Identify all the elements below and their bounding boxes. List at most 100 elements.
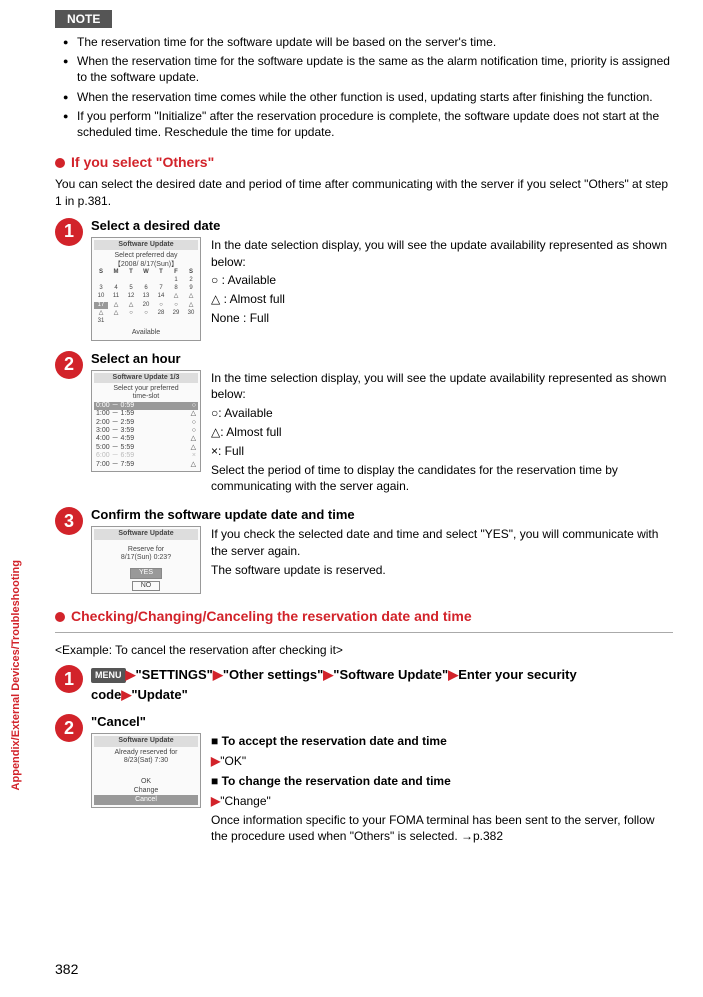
screen-line: 【2008/ 8/17(Sun)】 bbox=[94, 261, 198, 269]
cal-cell: 1 bbox=[169, 277, 183, 284]
desc-text: The software update is reserved. bbox=[211, 562, 673, 579]
cal-cell: ○ bbox=[154, 302, 168, 309]
nav-arrow-icon: ▶ bbox=[323, 667, 333, 682]
example-text: <Example: To cancel the reservation afte… bbox=[55, 643, 673, 657]
step-description: In the time selection display, you will … bbox=[211, 370, 673, 498]
cal-cell: ○ bbox=[169, 302, 183, 309]
step-title: Confirm the software update date and tim… bbox=[91, 507, 673, 522]
cal-cell: 7 bbox=[154, 285, 168, 292]
cal-cell: 11 bbox=[109, 293, 123, 300]
time-row: 4:00 － 4:59 △ bbox=[94, 435, 198, 443]
screen-line: time-slot bbox=[94, 393, 198, 401]
cal-cell: 5 bbox=[124, 285, 138, 292]
note-item: If you perform "Initialize" after the re… bbox=[63, 108, 673, 140]
nav-part: "Other settings" bbox=[223, 667, 323, 682]
time-range: 2:00 － 2:59 bbox=[96, 419, 134, 427]
confirm-screen: Software Update Reserve for 8/17(Sun) 0:… bbox=[91, 526, 201, 594]
screen-line: Already reserved for bbox=[94, 749, 198, 757]
cal-day: S bbox=[94, 269, 108, 276]
cal-day: T bbox=[154, 269, 168, 276]
step-title: "Cancel" bbox=[91, 714, 673, 729]
cal-cell: ○ bbox=[139, 310, 153, 317]
screen-line: Reserve for bbox=[94, 546, 198, 554]
yes-button: YES bbox=[130, 568, 162, 578]
intro-text: You can select the desired date and peri… bbox=[55, 176, 673, 210]
section-heading-text: If you select "Others" bbox=[71, 154, 214, 170]
nav-path: MENU▶"SETTINGS"▶"Other settings"▶"Softwa… bbox=[91, 665, 673, 704]
time-row: 1:00 － 1:59△ bbox=[94, 410, 198, 418]
screen-header: Software Update bbox=[94, 529, 198, 539]
time-row-disabled: 6:00 － 6:59× bbox=[94, 452, 198, 460]
legend-full: None : Full bbox=[211, 310, 673, 327]
desc-text: If you check the selected date and time … bbox=[211, 526, 673, 560]
section-rule bbox=[55, 632, 673, 633]
section-heading-others: If you select "Others" bbox=[55, 154, 673, 170]
opt-change: Change bbox=[94, 786, 198, 795]
cal-cell: 14 bbox=[154, 293, 168, 300]
cal-cell: 3 bbox=[94, 285, 108, 292]
step-number-icon: 2 bbox=[55, 351, 83, 379]
calendar-grid: S M T W T F S 12 3456789 1011121314△△ 17… bbox=[94, 269, 198, 325]
cal-cell: △ bbox=[94, 310, 108, 317]
cal-cell: ○ bbox=[124, 310, 138, 317]
note-item: When the reservation time for the softwa… bbox=[63, 53, 673, 85]
date-select-screen: Software Update Select preferred day 【20… bbox=[91, 237, 201, 341]
opt-ok: OK bbox=[94, 777, 198, 786]
step-2: 2 Select an hour Software Update 1/3 Sel… bbox=[55, 351, 673, 498]
nav-arrow-icon: ▶ bbox=[126, 667, 136, 682]
nav-part: "Update" bbox=[131, 687, 187, 702]
cal-cell: 4 bbox=[109, 285, 123, 292]
legend-available: ○: Available bbox=[211, 405, 673, 422]
cal-cell: 6 bbox=[139, 285, 153, 292]
hour-select-screen: Software Update 1/3 Select your preferre… bbox=[91, 370, 201, 472]
time-status: × bbox=[192, 452, 196, 460]
screen-footer: Available bbox=[94, 329, 198, 337]
time-status: ○ bbox=[192, 427, 196, 435]
time-status: ○ bbox=[192, 419, 196, 427]
nav-part: "Software Update" bbox=[333, 667, 448, 682]
menu-badge: MENU bbox=[91, 668, 126, 684]
nav-step-1: 1 MENU▶"SETTINGS"▶"Other settings"▶"Soft… bbox=[55, 665, 673, 704]
desc-extra: Select the period of time to display the… bbox=[211, 462, 673, 496]
cal-day: W bbox=[139, 269, 153, 276]
nav-part: "SETTINGS" bbox=[136, 667, 213, 682]
accept-action: "OK" bbox=[220, 754, 246, 768]
step-number-icon: 1 bbox=[55, 218, 83, 246]
nav-arrow-icon: ▶ bbox=[448, 667, 458, 682]
legend-available: ○ : Available bbox=[211, 272, 673, 289]
change-heading-text: ■ To change the reservation date and tim… bbox=[211, 774, 451, 788]
screen-line: 8/23(Sat) 7:30 bbox=[94, 757, 198, 765]
cal-cell-selected: 17 bbox=[94, 302, 108, 309]
section-heading-check: Checking/Changing/Canceling the reservat… bbox=[55, 608, 673, 624]
legend-full: ×: Full bbox=[211, 443, 673, 460]
cal-cell: 30 bbox=[184, 310, 198, 317]
opt-cancel: Cancel bbox=[94, 795, 198, 804]
cal-cell: △ bbox=[169, 293, 183, 300]
cal-day: T bbox=[124, 269, 138, 276]
cal-day: M bbox=[109, 269, 123, 276]
time-status: ○ bbox=[192, 402, 196, 410]
cal-day: S bbox=[184, 269, 198, 276]
screen-line: Select your preferred bbox=[94, 385, 198, 393]
note-badge: NOTE bbox=[55, 10, 112, 28]
time-range: 3:00 － 3:59 bbox=[96, 427, 134, 435]
step-number-icon: 1 bbox=[55, 665, 83, 693]
legend-almost-full: △: Almost full bbox=[211, 424, 673, 441]
cal-cell: △ bbox=[184, 293, 198, 300]
cal-cell: 13 bbox=[139, 293, 153, 300]
time-range: 7:00 － 7:59 bbox=[96, 461, 134, 469]
time-range: 4:00 － 4:59 bbox=[96, 435, 134, 443]
cal-cell: 29 bbox=[169, 310, 183, 317]
section-heading-text: Checking/Changing/Canceling the reservat… bbox=[71, 608, 472, 624]
step-description: In the date selection display, you will … bbox=[211, 237, 673, 329]
note-section: NOTE The reservation time for the softwa… bbox=[55, 10, 673, 140]
cal-cell: 8 bbox=[169, 285, 183, 292]
time-status: △ bbox=[191, 435, 196, 443]
step-1: 1 Select a desired date Software Update … bbox=[55, 218, 673, 341]
screen-line: Select preferred day bbox=[94, 252, 198, 260]
screen-header: Software Update bbox=[94, 736, 198, 746]
desc-text: In the date selection display, you will … bbox=[211, 237, 673, 271]
page-number: 382 bbox=[55, 961, 78, 977]
time-status: △ bbox=[191, 410, 196, 418]
cal-cell: 31 bbox=[94, 318, 108, 325]
